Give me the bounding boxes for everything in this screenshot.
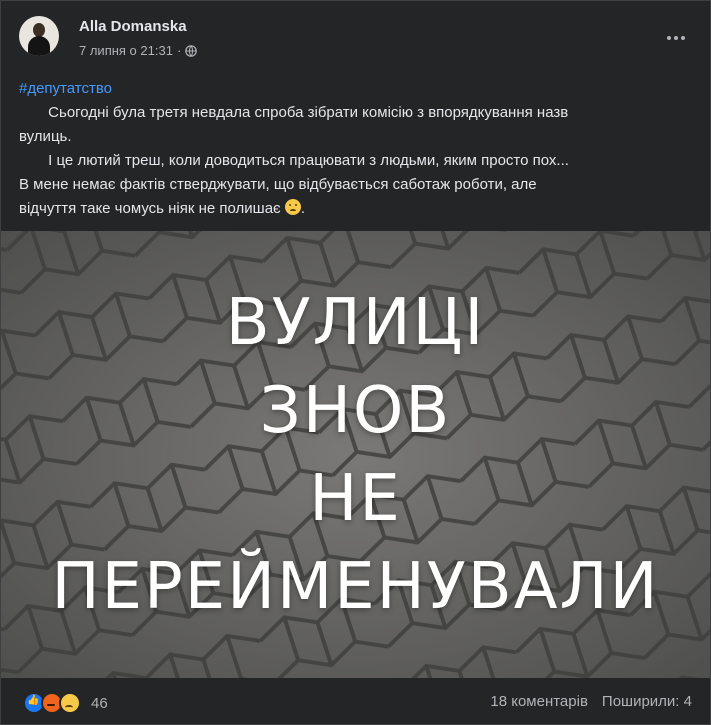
post-text-line-5: відчуття таке чомусь ніяк не полишає [19, 200, 281, 217]
image-caption: ВУЛИЦІ ЗНОВ НЕ ПЕРЕЙМЕНУВАЛИ [1, 231, 710, 678]
post-card: Alla Domanska 7 липня о 21:31 · #депутат… [0, 0, 711, 725]
post-header: Alla Domanska 7 липня о 21:31 · [1, 1, 710, 69]
sad-face-emoji [284, 199, 301, 215]
post-text-line-4: В мене немає фактів стверджувати, що від… [19, 176, 537, 193]
hashtag-link[interactable]: #депутатство [19, 80, 112, 97]
author-name[interactable]: Alla Domanska [79, 18, 187, 35]
caption-line-2: ЗНОВ [259, 373, 452, 448]
reactions-summary[interactable]: 46 [23, 692, 108, 714]
shares-count-link[interactable]: Поширили: 4 [602, 693, 692, 710]
comments-count-link[interactable]: 18 коментарів [490, 693, 588, 710]
avatar[interactable] [19, 16, 59, 56]
post-text-period: . [300, 200, 306, 217]
post-meta: 7 липня о 21:31 · [79, 43, 198, 58]
post-footer: 46 18 коментарів Поширили: 4 [1, 678, 710, 724]
more-horizontal-icon [667, 36, 671, 40]
post-text-line-3: І це лютий треш, коли доводиться працюва… [19, 152, 569, 169]
post-text: #депутатство Сьогодні була третя невдала… [19, 77, 699, 221]
caption-line-4: ПЕРЕЙМЕНУВАЛИ [51, 549, 660, 624]
post-image[interactable]: ВУЛИЦІ ЗНОВ НЕ ПЕРЕЙМЕНУВАЛИ [1, 231, 710, 678]
post-stats: 18 коментарів Поширили: 4 [490, 693, 692, 710]
post-text-line-2: вулиць. [19, 128, 72, 145]
reaction-count[interactable]: 46 [91, 695, 108, 712]
meta-separator: · [176, 43, 182, 58]
caption-line-1: ВУЛИЦІ [225, 285, 486, 360]
sad-icon [59, 692, 81, 714]
globe-icon[interactable] [185, 44, 198, 57]
caption-line-3: НЕ [309, 461, 402, 536]
more-options-button[interactable] [664, 26, 688, 50]
post-text-line-1: Сьогодні була третя невдала спроба зібра… [19, 104, 569, 121]
post-timestamp[interactable]: 7 липня о 21:31 [79, 43, 173, 58]
